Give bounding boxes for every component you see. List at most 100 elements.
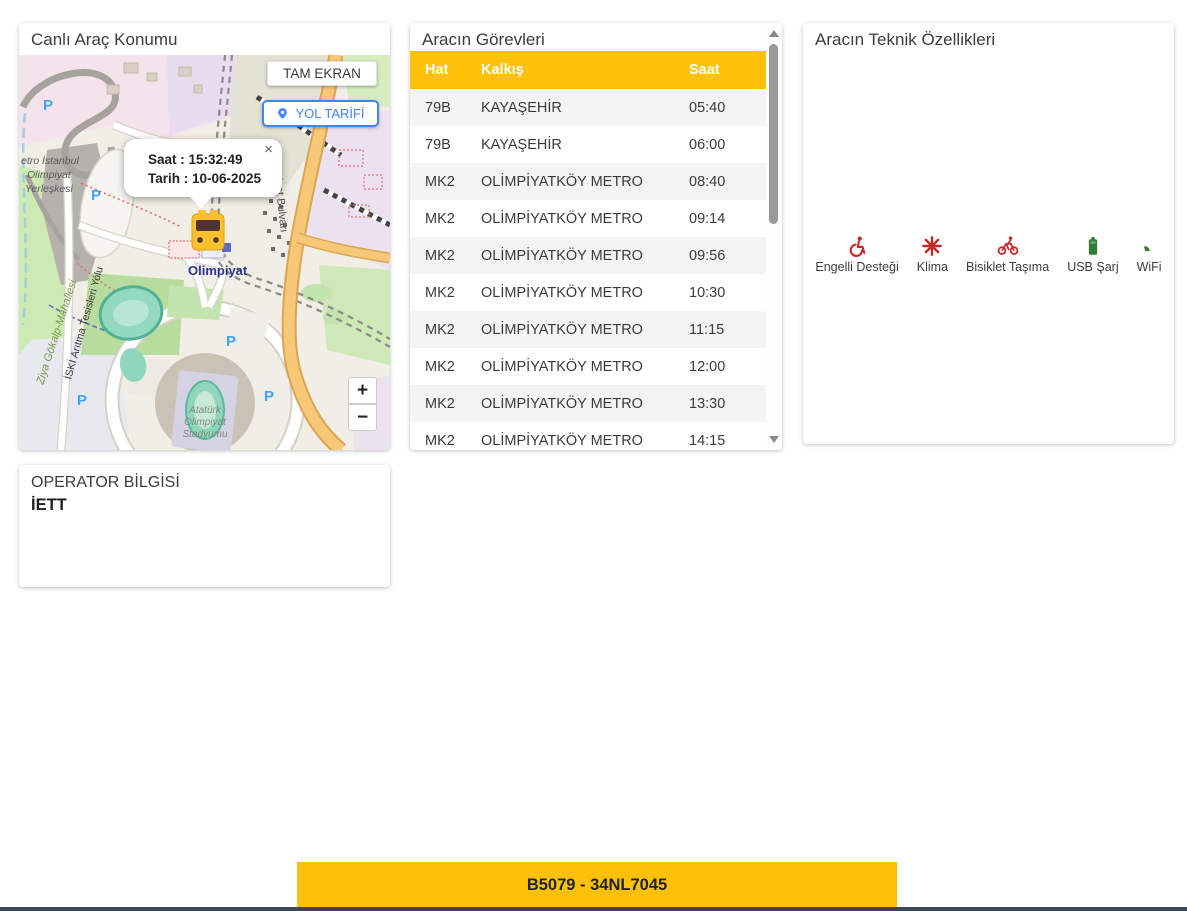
table-row: MK2OLİMPİYATKÖY METRO11:15 [410, 311, 766, 348]
feature-label: Bisiklet Taşıma [966, 260, 1049, 274]
station-label: Olimpiyat [188, 263, 248, 278]
cell-departure: KAYAŞEHİR [481, 137, 689, 153]
tasks-table: Hat Kalkış Saat 79BKAYAŞEHİR05:4079BKAYA… [410, 51, 766, 450]
map-green [323, 309, 347, 325]
cell-line: MK2 [425, 174, 481, 190]
stadium-label: Stadyumu [182, 429, 227, 440]
table-row: 79BKAYAŞEHİR05:40 [410, 89, 766, 126]
directions-button[interactable]: YOL TARİFİ [262, 100, 379, 127]
popup-close-icon[interactable]: × [264, 142, 273, 157]
feature-label: Engelli Desteği [815, 260, 898, 274]
cell-departure: OLİMPİYATKÖY METRO [481, 285, 689, 301]
vehicle-plate-bar: B5079 - 34NL7045 [297, 862, 897, 908]
stadium-label: Olimpiyat [184, 417, 227, 428]
wheelchair-icon [846, 235, 868, 257]
feature-wheelchair: Engelli Desteği [815, 235, 898, 274]
scrollbar-thumb[interactable] [769, 44, 778, 224]
table-row: MK2OLİMPİYATKÖY METRO08:40 [410, 163, 766, 200]
cell-time: 14:15 [689, 433, 766, 449]
cell-line: MK2 [425, 433, 481, 449]
cell-departure: OLİMPİYATKÖY METRO [481, 211, 689, 227]
cell-departure: OLİMPİYATKÖY METRO [481, 248, 689, 264]
parking-label: P [264, 388, 274, 405]
feature-wifi: WiFi [1137, 235, 1162, 274]
cell-line: MK2 [425, 359, 481, 375]
cell-time: 09:14 [689, 211, 766, 227]
column-header-departure: Kalkış [481, 62, 689, 78]
facility-label: etro İstanbul [21, 155, 79, 167]
stadium-label: Atatürk [188, 405, 222, 416]
cell-line: MK2 [425, 322, 481, 338]
popup-date-text: Tarih : 10-06-2025 [124, 169, 282, 188]
map-pin-icon [276, 106, 289, 121]
cell-line: MK2 [425, 396, 481, 412]
operator-value: İETT [19, 492, 390, 519]
cell-line: 79B [425, 100, 481, 116]
live-location-panel: Canlı Araç Konumu [19, 23, 390, 450]
table-row: MK2OLİMPİYATKÖY METRO09:14 [410, 200, 766, 237]
bus-marker-icon[interactable] [192, 210, 224, 250]
cell-line: 79B [425, 137, 481, 153]
facility-label: Olimpiyat [27, 169, 72, 181]
cell-time: 12:00 [689, 359, 766, 375]
feature-bicycle: Bisiklet Taşıma [966, 235, 1049, 274]
panel-title-tech: Aracın Teknik Özellikleri [803, 23, 1174, 56]
cell-departure: OLİMPİYATKÖY METRO [481, 174, 689, 190]
parking-label: P [77, 392, 87, 409]
panel-title-live-location: Canlı Araç Konumu [19, 23, 390, 56]
scrollbar-up-icon[interactable] [769, 30, 779, 37]
scrollbar-down-icon[interactable] [769, 436, 779, 443]
cell-line: MK2 [425, 248, 481, 264]
cell-departure: OLİMPİYATKÖY METRO [481, 396, 689, 412]
cell-time: 13:30 [689, 396, 766, 412]
popup-time-text: Saat : 15:32:49 [124, 139, 282, 169]
map[interactable]: etro İstanbul Olimpiyat Yerleşkesi Ziya … [19, 55, 390, 450]
table-row: 79BKAYAŞEHİR06:00 [410, 126, 766, 163]
scrollbar[interactable] [767, 26, 780, 447]
bicycle-icon [997, 235, 1019, 257]
zoom-in-button[interactable]: + [348, 377, 377, 404]
snowflake-icon [921, 235, 943, 257]
cell-time: 08:40 [689, 174, 766, 190]
feature-battery: USB Şarj [1067, 235, 1118, 274]
feature-label: Klima [917, 260, 948, 274]
vehicle-plate-text: B5079 - 34NL7045 [527, 876, 667, 895]
column-header-time: Saat [689, 62, 766, 78]
technical-specs-panel: Aracın Teknik Özellikleri Engelli Desteğ… [803, 23, 1174, 444]
cell-departure: OLİMPİYATKÖY METRO [481, 433, 689, 449]
table-row: MK2OLİMPİYATKÖY METRO09:56 [410, 237, 766, 274]
operator-info-panel: OPERATOR BİLGİSİ İETT [19, 465, 390, 587]
directions-button-label: YOL TARİFİ [295, 106, 364, 121]
cell-departure: OLİMPİYATKÖY METRO [481, 322, 689, 338]
cell-time: 10:30 [689, 285, 766, 301]
operator-title: OPERATOR BİLGİSİ [19, 465, 390, 492]
cell-departure: OLİMPİYATKÖY METRO [481, 359, 689, 375]
fullscreen-button[interactable]: TAM EKRAN [267, 61, 377, 86]
table-row: MK2OLİMPİYATKÖY METRO12:00 [410, 348, 766, 385]
table-row: MK2OLİMPİYATKÖY METRO13:30 [410, 385, 766, 422]
parking-label: P [91, 187, 101, 204]
cell-time: 06:00 [689, 137, 766, 153]
facility-label: Yerleşkesi [25, 183, 74, 195]
cell-line: MK2 [425, 285, 481, 301]
tasks-table-header: Hat Kalkış Saat [410, 51, 766, 89]
vehicle-info-popup: × Saat : 15:32:49 Tarih : 10-06-2025 [124, 139, 282, 197]
cell-line: MK2 [425, 211, 481, 227]
column-header-line: Hat [425, 62, 481, 78]
feature-label: WiFi [1137, 260, 1162, 274]
zoom-out-button[interactable]: − [348, 404, 377, 431]
feature-list: Engelli Desteği Klima Bisiklet Taşıma USB Ş… [803, 235, 1174, 274]
cell-time: 11:15 [689, 322, 766, 338]
feature-snowflake: Klima [917, 235, 948, 274]
cell-time: 09:56 [689, 248, 766, 264]
cell-departure: KAYAŞEHİR [481, 100, 689, 116]
parking-label: P [226, 333, 236, 350]
cell-time: 05:40 [689, 100, 766, 116]
map-green [301, 284, 333, 302]
battery-icon [1082, 235, 1104, 257]
wifi-icon [1138, 235, 1160, 257]
table-row: MK2OLİMPİYATKÖY METRO14:15 [410, 422, 766, 450]
table-row: MK2OLİMPİYATKÖY METRO10:30 [410, 274, 766, 311]
vehicle-tasks-panel: Aracın Görevleri Hat Kalkış Saat 79BKAYA… [410, 23, 782, 450]
bottom-strip [0, 907, 1187, 911]
